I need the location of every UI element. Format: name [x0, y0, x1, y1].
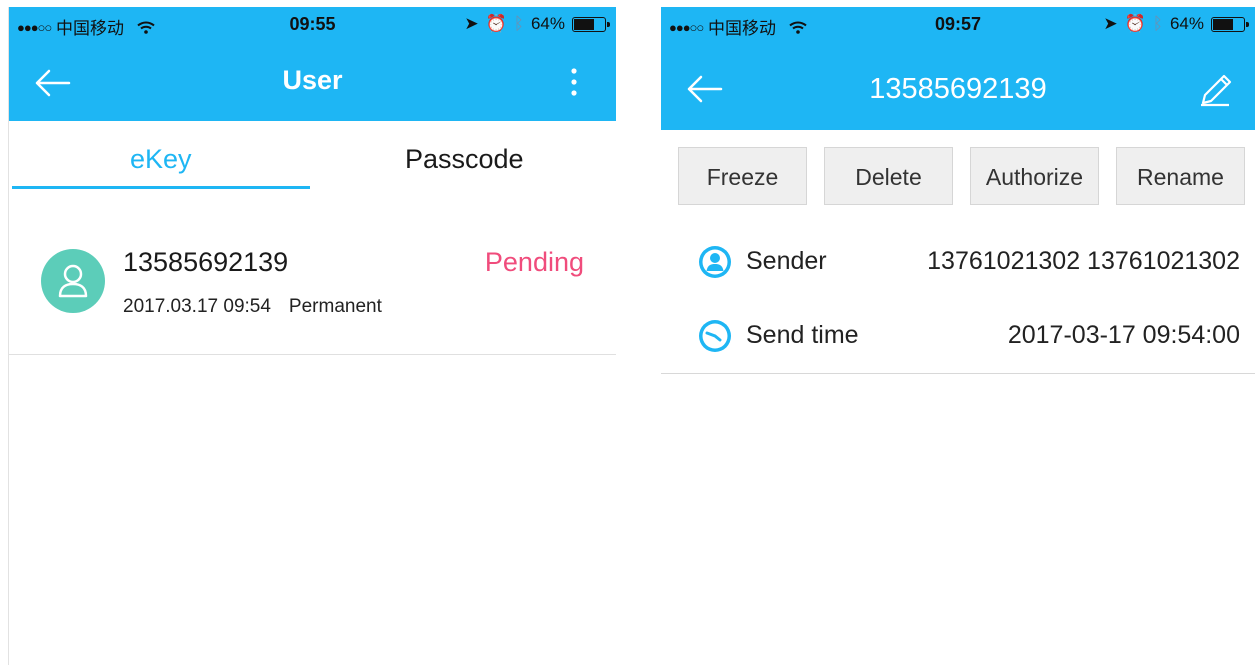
location-icon: ➤ — [1103, 14, 1118, 33]
page-title: User — [282, 65, 343, 95]
key-date: 2017.03.17 09:54 — [123, 296, 271, 317]
send-time-row: Send time 2017-03-17 09:54:00 — [661, 301, 1255, 371]
authorize-button[interactable]: Authorize — [970, 147, 1099, 205]
nav-bar: User — [9, 53, 616, 113]
sender-row: Sender 13761021302 13761021302 — [661, 227, 1255, 297]
ekey-detail-screen: ●●●○○ 中国移动 09:57 ➤ ⏰ ᛒ 64% 13585692139 F… — [661, 7, 1255, 387]
battery-percent: 64% — [530, 14, 565, 33]
active-tab-indicator — [12, 186, 310, 189]
battery-percent: 64% — [1169, 14, 1204, 33]
battery-icon — [572, 16, 610, 32]
more-button[interactable] — [562, 63, 586, 103]
freeze-button[interactable]: Freeze — [678, 147, 807, 205]
status-badge: Pending — [484, 247, 584, 277]
bluetooth-icon: ᛒ — [513, 14, 524, 33]
avatar — [41, 249, 105, 313]
action-bar: Freeze Delete Authorize Rename — [661, 147, 1255, 207]
nav-bar: 13585692139 — [661, 59, 1255, 123]
tab-ekey[interactable]: eKey — [9, 121, 313, 193]
send-time-value: 2017-03-17 09:54:00 — [1007, 321, 1240, 349]
divider — [661, 373, 1255, 374]
user-icon — [58, 264, 88, 298]
location-icon: ➤ — [464, 14, 479, 33]
key-phone: 13585692139 — [123, 247, 289, 277]
clock-icon — [699, 320, 731, 352]
key-validity: Permanent — [288, 296, 382, 317]
battery-icon — [1211, 16, 1249, 32]
list-item[interactable]: 13585692139 2017.03.17 09:54 Permanent Pe… — [9, 225, 616, 355]
edit-button[interactable] — [1193, 67, 1237, 111]
send-time-label: Send time — [746, 321, 859, 349]
page-title: 13585692139 — [869, 73, 1047, 105]
sender-value: 13761021302 13761021302 — [927, 247, 1240, 275]
user-screen: ●●●○○ 中国移动 09:55 ➤ ⏰ ᛒ 64% User eKey Pas… — [8, 7, 616, 665]
bluetooth-icon: ᛒ — [1152, 14, 1163, 33]
header: ●●●○○ 中国移动 09:55 ➤ ⏰ ᛒ 64% User — [9, 7, 616, 121]
tab-passcode[interactable]: Passcode — [313, 121, 617, 193]
user-circle-icon — [699, 246, 731, 278]
pencil-icon — [1201, 74, 1232, 107]
sender-label: Sender — [746, 247, 827, 275]
status-bar: ●●●○○ 中国移动 09:55 ➤ ⏰ ᛒ 64% — [9, 7, 616, 43]
header: ●●●○○ 中国移动 09:57 ➤ ⏰ ᛒ 64% 13585692139 — [661, 7, 1255, 130]
key-meta: 2017.03.17 09:54 Permanent — [123, 296, 382, 318]
delete-button[interactable]: Delete — [824, 147, 953, 205]
more-vertical-icon — [571, 68, 577, 96]
rename-button[interactable]: Rename — [1116, 147, 1245, 205]
status-bar: ●●●○○ 中国移动 09:57 ➤ ⏰ ᛒ 64% — [661, 7, 1255, 43]
alarm-icon: ⏰ — [485, 14, 507, 33]
alarm-icon: ⏰ — [1124, 14, 1146, 33]
tab-bar: eKey Passcode — [9, 121, 616, 193]
